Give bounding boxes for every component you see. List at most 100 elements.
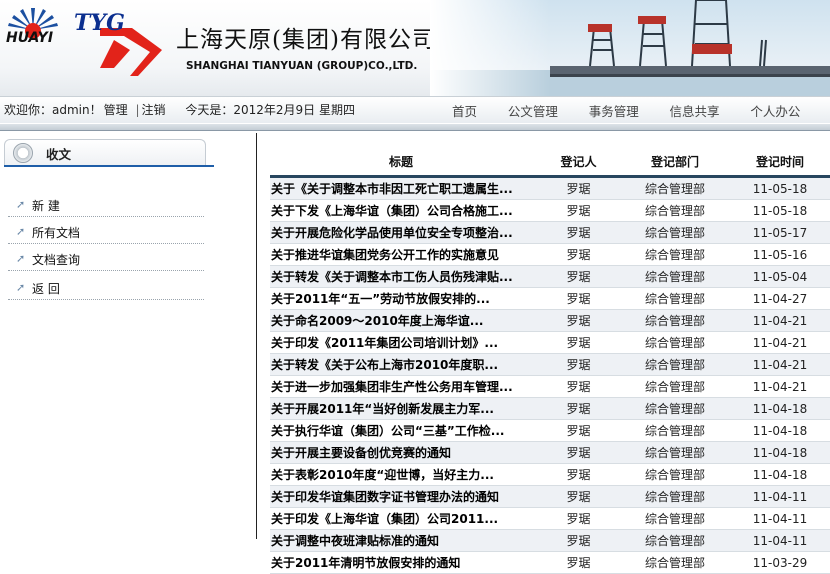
- row-title-link[interactable]: 关于开展主要设备创优竞赛的通知: [270, 442, 532, 464]
- sidebar-item-new[interactable]: ➚ 新 建: [8, 192, 204, 217]
- row-time: 11-04-18: [725, 442, 830, 464]
- table-row[interactable]: 关于印发《上海华谊（集团）公司2011... 罗琚 综合管理部 11-04-11: [270, 508, 830, 530]
- today-date: 今天是：2012年2月9日 星期四: [185, 103, 355, 117]
- company-name-cn: 上海天原(集团)有限公司: [176, 27, 436, 53]
- row-department: 综合管理部: [625, 530, 725, 552]
- row-title-link[interactable]: 关于《关于调整本市非因工死亡职工遗属生...: [270, 178, 532, 200]
- row-registrant: 罗琚: [532, 332, 625, 354]
- manage-link[interactable]: 管理: [104, 103, 128, 117]
- row-title-link[interactable]: 关于进一步加强集团非生产性公务用车管理...: [270, 376, 532, 398]
- table-row[interactable]: 关于执行华谊（集团）公司“三基”工作检... 罗琚 综合管理部 11-04-18: [270, 420, 830, 442]
- arrow-icon: ➚: [16, 198, 26, 211]
- table-row[interactable]: 关于表彰2010年度“迎世博，当好主力... 罗琚 综合管理部 11-04-18: [270, 464, 830, 486]
- row-registrant: 罗琚: [532, 200, 625, 222]
- row-registrant: 罗琚: [532, 266, 625, 288]
- nav-home[interactable]: 首页: [452, 101, 477, 120]
- sidebar-item-document-search[interactable]: ➚ 文档查询: [8, 246, 204, 271]
- row-registrant: 罗琚: [532, 398, 625, 420]
- row-department: 综合管理部: [625, 310, 725, 332]
- nav-personal-office[interactable]: 个人办公: [750, 101, 800, 120]
- row-registrant: 罗琚: [532, 178, 625, 200]
- row-title-link[interactable]: 关于印发《2011年集团公司培训计划》...: [270, 332, 532, 354]
- column-header-department: 登记部门: [625, 147, 725, 178]
- row-title-link[interactable]: 关于印发《上海华谊（集团）公司2011...: [270, 508, 532, 530]
- row-time: 11-04-21: [725, 310, 830, 332]
- table-row[interactable]: 关于调整中夜班津贴标准的通知 罗琚 综合管理部 11-04-11: [270, 530, 830, 552]
- row-title-link[interactable]: 关于表彰2010年度“迎世博，当好主力...: [270, 464, 532, 486]
- table-row[interactable]: 关于开展主要设备创优竞赛的通知 罗琚 综合管理部 11-04-18: [270, 442, 830, 464]
- table-row[interactable]: 关于进一步加强集团非生产性公务用车管理... 罗琚 综合管理部 11-04-21: [270, 376, 830, 398]
- row-title-link[interactable]: 关于转发《关于公布上海市2010年度职...: [270, 354, 532, 376]
- column-header-registrant: 登记人: [532, 147, 625, 178]
- row-title-link[interactable]: 关于开展危险化学品使用单位安全专项整治...: [270, 222, 532, 244]
- huayi-logo-text: HUAYI: [6, 30, 54, 46]
- row-time: 11-04-11: [725, 530, 830, 552]
- table-row[interactable]: 关于开展2011年“当好创新发展主力军... 罗琚 综合管理部 11-04-18: [270, 398, 830, 420]
- table-row[interactable]: 关于转发《关于公布上海市2010年度职... 罗琚 综合管理部 11-04-21: [270, 354, 830, 376]
- table-row[interactable]: 关于推进华谊集团党务公开工作的实施意见 罗琚 综合管理部 11-05-16: [270, 244, 830, 266]
- company-name-en: SHANGHAI TIANYUAN (GROUP)CO.,LTD.: [186, 60, 418, 72]
- row-department: 综合管理部: [625, 464, 725, 486]
- row-department: 综合管理部: [625, 486, 725, 508]
- row-registrant: 罗琚: [532, 376, 625, 398]
- row-time: 11-05-18: [725, 178, 830, 200]
- inbox-icon: [13, 143, 33, 163]
- table-row[interactable]: 关于开展危险化学品使用单位安全专项整治... 罗琚 综合管理部 11-05-17: [270, 222, 830, 244]
- row-title-link[interactable]: 关于命名2009～2010年度上海华谊...: [270, 310, 532, 332]
- row-time: 11-04-18: [725, 420, 830, 442]
- sidebar-item-all-documents[interactable]: ➚ 所有文档: [8, 219, 204, 244]
- table-row[interactable]: 关于2011年清明节放假安排的通知 罗琚 综合管理部 11-03-29: [270, 552, 830, 574]
- row-department: 综合管理部: [625, 288, 725, 310]
- row-registrant: 罗琚: [532, 244, 625, 266]
- row-department: 综合管理部: [625, 398, 725, 420]
- row-title-link[interactable]: 关于转发《关于调整本市工伤人员伤残津贴...: [270, 266, 532, 288]
- row-title-link[interactable]: 关于2011年清明节放假安排的通知: [270, 552, 532, 574]
- table-row[interactable]: 关于印发华谊集团数字证书管理办法的通知 罗琚 综合管理部 11-04-11: [270, 486, 830, 508]
- row-registrant: 罗琚: [532, 552, 625, 574]
- row-registrant: 罗琚: [532, 486, 625, 508]
- nav-affairs-management[interactable]: 事务管理: [589, 101, 639, 120]
- row-title-link[interactable]: 关于执行华谊（集团）公司“三基”工作检...: [270, 420, 532, 442]
- row-department: 综合管理部: [625, 552, 725, 574]
- row-department: 综合管理部: [625, 442, 725, 464]
- nav-info-sharing[interactable]: 信息共享: [670, 101, 720, 120]
- table-header-row: 标题 登记人 登记部门 登记时间: [270, 147, 830, 178]
- arrow-icon: ➚: [16, 225, 26, 238]
- row-title-link[interactable]: 关于2011年“五一”劳动节放假安排的...: [270, 288, 532, 310]
- column-header-time: 登记时间: [725, 147, 830, 178]
- row-time: 11-04-21: [725, 332, 830, 354]
- row-time: 11-04-18: [725, 398, 830, 420]
- nav-document-management[interactable]: 公文管理: [508, 101, 558, 120]
- row-time: 11-05-18: [725, 200, 830, 222]
- table-row[interactable]: 关于《关于调整本市非因工死亡职工遗属生... 罗琚 综合管理部 11-05-18: [270, 178, 830, 200]
- row-title-link[interactable]: 关于推进华谊集团党务公开工作的实施意见: [270, 244, 532, 266]
- row-title-link[interactable]: 关于印发华谊集团数字证书管理办法的通知: [270, 486, 532, 508]
- column-header-title: 标题: [270, 147, 532, 178]
- table-row[interactable]: 关于命名2009～2010年度上海华谊... 罗琚 综合管理部 11-04-21: [270, 310, 830, 332]
- table-row[interactable]: 关于2011年“五一”劳动节放假安排的... 罗琚 综合管理部 11-04-27: [270, 288, 830, 310]
- row-title-link[interactable]: 关于调整中夜班津贴标准的通知: [270, 530, 532, 552]
- row-registrant: 罗琚: [532, 288, 625, 310]
- row-time: 11-04-21: [725, 376, 830, 398]
- logout-link[interactable]: 注销: [142, 103, 166, 117]
- row-time: 11-04-27: [725, 288, 830, 310]
- top-nav-bar: 欢迎你：admin！ 管理 | 注销 今天是：2012年2月9日 星期四 首页 公文…: [0, 96, 830, 123]
- row-department: 综合管理部: [625, 222, 725, 244]
- row-registrant: 罗琚: [532, 530, 625, 552]
- table-row[interactable]: 关于下发《上海华谊（集团）公司合格施工... 罗琚 综合管理部 11-05-18: [270, 200, 830, 222]
- row-time: 11-04-11: [725, 486, 830, 508]
- table-row[interactable]: 关于转发《关于调整本市工伤人员伤残津贴... 罗琚 综合管理部 11-05-04: [270, 266, 830, 288]
- nav-divider: [0, 124, 830, 131]
- sidebar-item-back[interactable]: ➚ 返 回: [8, 275, 204, 300]
- port-cranes-image: [430, 0, 830, 96]
- table-row[interactable]: 关于印发《2011年集团公司培训计划》... 罗琚 综合管理部 11-04-21: [270, 332, 830, 354]
- row-title-link[interactable]: 关于下发《上海华谊（集团）公司合格施工...: [270, 200, 532, 222]
- welcome-text: 欢迎你：admin！: [4, 103, 102, 117]
- row-time: 11-04-11: [725, 508, 830, 530]
- row-time: 11-03-29: [725, 552, 830, 574]
- sidebar-title: 收文: [46, 147, 72, 162]
- row-time: 11-04-21: [725, 354, 830, 376]
- row-registrant: 罗琚: [532, 222, 625, 244]
- row-title-link[interactable]: 关于开展2011年“当好创新发展主力军...: [270, 398, 532, 420]
- row-department: 综合管理部: [625, 244, 725, 266]
